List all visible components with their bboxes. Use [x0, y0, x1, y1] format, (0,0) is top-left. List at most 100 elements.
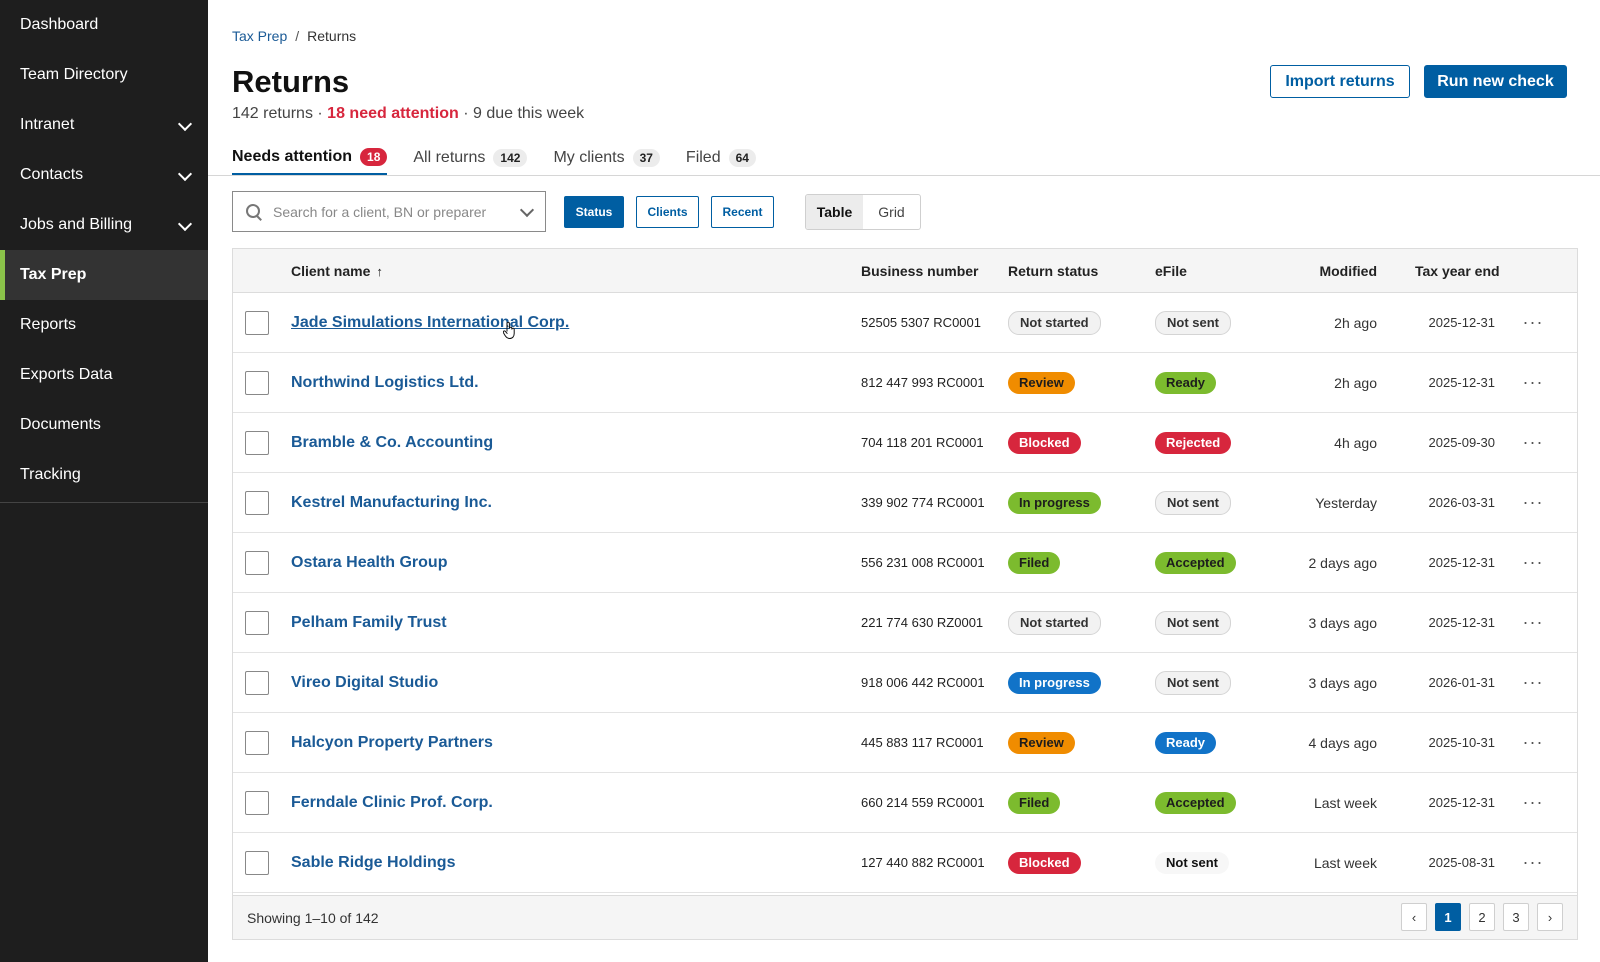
client-name-link[interactable]: Northwind Logistics Ltd. — [291, 353, 479, 412]
return-status-cell: In progress — [1008, 653, 1101, 712]
prev-page-button[interactable]: ‹ — [1401, 903, 1427, 931]
search-input[interactable] — [273, 203, 515, 220]
row-checkbox-cell — [245, 833, 269, 892]
sidebar-item-jobs-and-billing[interactable]: Jobs and Billing — [0, 200, 208, 250]
more-options-icon[interactable]: ··· — [1521, 293, 1545, 352]
sidebar-item-team-directory[interactable]: Team Directory — [0, 50, 208, 100]
filter-recent-button[interactable]: Recent — [711, 196, 774, 228]
efile-cell: Rejected — [1155, 413, 1232, 472]
client-name-link[interactable]: Pelham Family Trust — [291, 593, 447, 652]
sidebar-item-label: Tax Prep — [20, 266, 87, 283]
efile-cell: Not sent — [1155, 833, 1229, 892]
tab-all-returns[interactable]: All returns 142 — [413, 141, 528, 175]
tab-needs-attention[interactable]: Needs attention 18 — [232, 141, 388, 175]
client-name-link[interactable]: Vireo Digital Studio — [291, 653, 438, 712]
row-checkbox-cell — [245, 533, 269, 592]
more-options-icon[interactable]: ··· — [1521, 533, 1545, 592]
more-options-icon[interactable]: ··· — [1521, 653, 1545, 712]
return-status-badge: Not started — [1008, 610, 1101, 635]
sidebar-item-intranet[interactable]: Intranet — [0, 100, 208, 150]
tab-filed[interactable]: Filed 64 — [686, 141, 756, 175]
return-status-badge: Filed — [1008, 551, 1061, 574]
client-name-link[interactable]: Ferndale Clinic Prof. Corp. — [291, 773, 493, 832]
sort-ascending-icon: ↑ — [376, 263, 383, 279]
tab-label: All returns — [413, 149, 486, 166]
return-status-badge: In progress — [1008, 491, 1101, 514]
more-options-icon[interactable]: ··· — [1521, 473, 1545, 532]
table-row: Vireo Digital Studio 918 006 442 RC0001 In… — [233, 653, 1577, 713]
return-status-cell: Not started — [1008, 293, 1101, 352]
chevron-down-icon[interactable] — [178, 169, 190, 181]
row-checkbox[interactable] — [245, 670, 269, 695]
client-name-link[interactable]: Bramble & Co. Accounting — [291, 413, 493, 472]
page-2-button[interactable]: 2 — [1469, 903, 1495, 931]
column-client-name[interactable]: Client name ↑ — [291, 249, 383, 293]
page-1-button[interactable]: 1 — [1435, 903, 1461, 931]
efile-status-badge: Not sent — [1155, 670, 1231, 695]
row-checkbox[interactable] — [245, 550, 269, 575]
page-title: Returns — [232, 64, 350, 99]
business-number: 556 231 008 RC0001 — [861, 555, 985, 570]
chevron-down-icon[interactable] — [178, 219, 190, 231]
filter-clients-button[interactable]: Clients — [636, 196, 699, 228]
more-options-icon[interactable]: ··· — [1521, 773, 1545, 832]
business-number: 127 440 882 RC0001 — [861, 855, 985, 870]
table-row: Halcyon Property Partners 445 883 117 RC0… — [233, 713, 1577, 773]
sidebar-item-tax-prep[interactable]: Tax Prep — [0, 250, 208, 300]
search-box[interactable] — [232, 191, 546, 232]
row-checkbox[interactable] — [245, 850, 269, 875]
row-checkbox[interactable] — [245, 310, 269, 335]
next-page-button[interactable]: › — [1537, 903, 1563, 931]
column-client-name-label: Client name — [291, 263, 371, 279]
row-checkbox[interactable] — [245, 430, 269, 455]
showing-count: Showing 1–10 of 142 — [247, 910, 379, 926]
modified-time: 2h ago — [1334, 374, 1377, 391]
attention-count: 18 need attention — [327, 105, 459, 122]
more-options-icon[interactable]: ··· — [1521, 833, 1545, 892]
breadcrumb-parent-link[interactable]: Tax Prep — [232, 28, 287, 44]
import-returns-button[interactable]: Import returns — [1270, 65, 1410, 98]
page-3-button[interactable]: 3 — [1503, 903, 1529, 931]
row-checkbox[interactable] — [245, 610, 269, 635]
more-options-icon[interactable]: ··· — [1521, 413, 1545, 472]
client-name-link[interactable]: Kestrel Manufacturing Inc. — [291, 473, 492, 532]
tab-my-clients[interactable]: My clients 37 — [553, 141, 660, 175]
tax-year-end: 2025-09-30 — [1428, 435, 1496, 450]
row-checkbox[interactable] — [245, 490, 269, 515]
sidebar-item-reports[interactable]: Reports — [0, 300, 208, 350]
efile-cell: Not sent — [1155, 293, 1231, 352]
chevron-down-icon[interactable] — [521, 206, 533, 218]
row-checkbox-cell — [245, 773, 269, 832]
client-name-link[interactable]: Ostara Health Group — [291, 533, 447, 592]
return-status-badge: In progress — [1008, 671, 1101, 694]
row-checkbox[interactable] — [245, 730, 269, 755]
sidebar-item-exports-data[interactable]: Exports Data — [0, 350, 208, 400]
more-options-icon[interactable]: ··· — [1521, 713, 1545, 772]
sidebar-item-documents[interactable]: Documents — [0, 400, 208, 450]
sidebar-item-dashboard[interactable]: Dashboard — [0, 0, 208, 50]
modified-time: 4 days ago — [1308, 734, 1378, 751]
efile-status-badge: Rejected — [1155, 431, 1232, 454]
tab-label: Filed — [685, 149, 721, 166]
sidebar-item-tracking[interactable]: Tracking — [0, 450, 208, 500]
row-checkbox[interactable] — [245, 790, 269, 815]
chevron-down-icon[interactable] — [178, 119, 190, 131]
sidebar-item-label: Team Directory — [20, 66, 128, 83]
run-new-check-button[interactable]: Run new check — [1424, 65, 1567, 98]
table-row: Ostara Health Group 556 231 008 RC0001 Fil… — [233, 533, 1577, 593]
client-name-link[interactable]: Halcyon Property Partners — [291, 713, 493, 772]
breadcrumb-current: Returns — [307, 28, 357, 44]
sidebar-item-label: Jobs and Billing — [20, 216, 133, 233]
client-name-link[interactable]: Jade Simulations International Corp. — [291, 293, 569, 352]
efile-cell: Accepted — [1155, 533, 1236, 592]
more-options-icon[interactable]: ··· — [1521, 593, 1545, 652]
sidebar-item-contacts[interactable]: Contacts — [0, 150, 208, 200]
tab-count-badge: 37 — [632, 149, 660, 167]
client-name-link[interactable]: Sable Ridge Holdings — [291, 833, 455, 892]
view-table-button[interactable]: Table — [806, 195, 863, 229]
filter-status-button[interactable]: Status — [564, 196, 624, 228]
view-grid-button[interactable]: Grid — [863, 195, 920, 229]
more-options-icon[interactable]: ··· — [1521, 353, 1545, 412]
row-checkbox-cell — [245, 713, 269, 772]
row-checkbox[interactable] — [245, 370, 269, 395]
